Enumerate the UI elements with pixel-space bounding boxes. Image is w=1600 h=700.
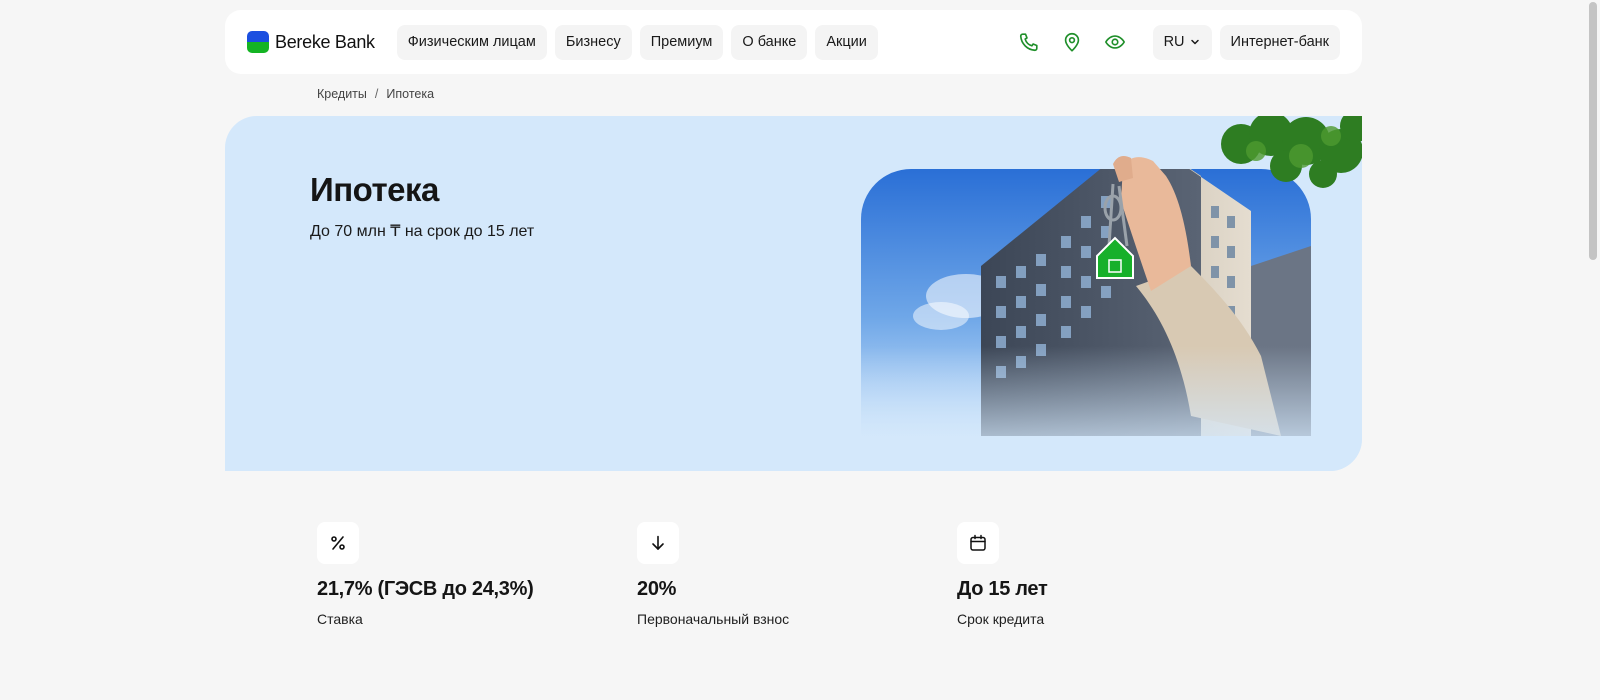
breadcrumb-item-mortgage: Ипотека bbox=[386, 87, 435, 101]
calendar-icon bbox=[970, 534, 986, 551]
feature-term: До 15 лет Срок кредита bbox=[957, 522, 1277, 627]
main-nav: Физическим лицам Бизнесу Премиум О банке… bbox=[396, 24, 878, 60]
phone-icon bbox=[1019, 33, 1038, 52]
header-actions: RU Интернет-банк bbox=[1004, 24, 1340, 60]
language-selector[interactable]: RU bbox=[1152, 24, 1212, 60]
language-label: RU bbox=[1163, 34, 1185, 50]
scrollbar-thumb[interactable] bbox=[1589, 2, 1597, 260]
arrow-down-icon bbox=[652, 535, 664, 550]
breadcrumb-separator: / bbox=[374, 87, 379, 101]
features-row: 21,7% (ГЭСВ до 24,3%) Ставка 20% Первона… bbox=[317, 522, 1277, 627]
hero-illustration bbox=[861, 116, 1362, 471]
feature-value: 20% bbox=[637, 578, 677, 600]
phone-button[interactable] bbox=[1011, 24, 1047, 60]
eye-icon bbox=[1104, 35, 1125, 49]
site-header: Bereke Bank Физическим лицам Бизнесу Пре… bbox=[225, 10, 1362, 74]
accessibility-button[interactable] bbox=[1097, 24, 1133, 60]
internet-bank-button[interactable]: Интернет-банк bbox=[1219, 24, 1340, 60]
feature-label: Срок кредита bbox=[957, 611, 1045, 627]
feature-icon-box bbox=[317, 522, 359, 564]
nav-item-individuals[interactable]: Физическим лицам bbox=[396, 24, 547, 60]
page-scrollbar[interactable] bbox=[1584, 0, 1600, 700]
location-pin-icon bbox=[1064, 32, 1079, 52]
logo-text: Bereke Bank bbox=[275, 31, 375, 52]
chevron-down-icon bbox=[1190, 39, 1199, 45]
nav-item-premium[interactable]: Премиум bbox=[639, 24, 724, 60]
logo[interactable]: Bereke Bank bbox=[247, 31, 375, 53]
percent-icon bbox=[331, 536, 345, 550]
feature-value: До 15 лет bbox=[957, 578, 1048, 600]
nav-item-promotions[interactable]: Акции bbox=[815, 24, 878, 60]
nav-item-business[interactable]: Бизнесу bbox=[554, 24, 632, 60]
feature-icon-box bbox=[637, 522, 679, 564]
feature-label: Первоначальный взнос bbox=[637, 611, 790, 627]
breadcrumb-item-credits[interactable]: Кредиты bbox=[317, 87, 367, 101]
feature-value: 21,7% (ГЭСВ до 24,3%) bbox=[317, 578, 534, 600]
feature-icon-box bbox=[957, 522, 999, 564]
page-title: Ипотека bbox=[310, 171, 439, 208]
hero-subtitle: До 70 млн ₸ на срок до 15 лет bbox=[310, 223, 535, 240]
feature-down-payment: 20% Первоначальный взнос bbox=[637, 522, 957, 627]
feature-rate: 21,7% (ГЭСВ до 24,3%) Ставка bbox=[317, 522, 637, 627]
location-button[interactable] bbox=[1054, 24, 1090, 60]
logo-mark-icon bbox=[247, 31, 269, 53]
nav-item-about[interactable]: О банке bbox=[731, 24, 808, 60]
breadcrumb: Кредиты / Ипотека bbox=[317, 87, 434, 101]
feature-label: Ставка bbox=[317, 611, 363, 627]
hero-banner: Ипотека До 70 млн ₸ на срок до 15 лет bbox=[225, 116, 1362, 471]
